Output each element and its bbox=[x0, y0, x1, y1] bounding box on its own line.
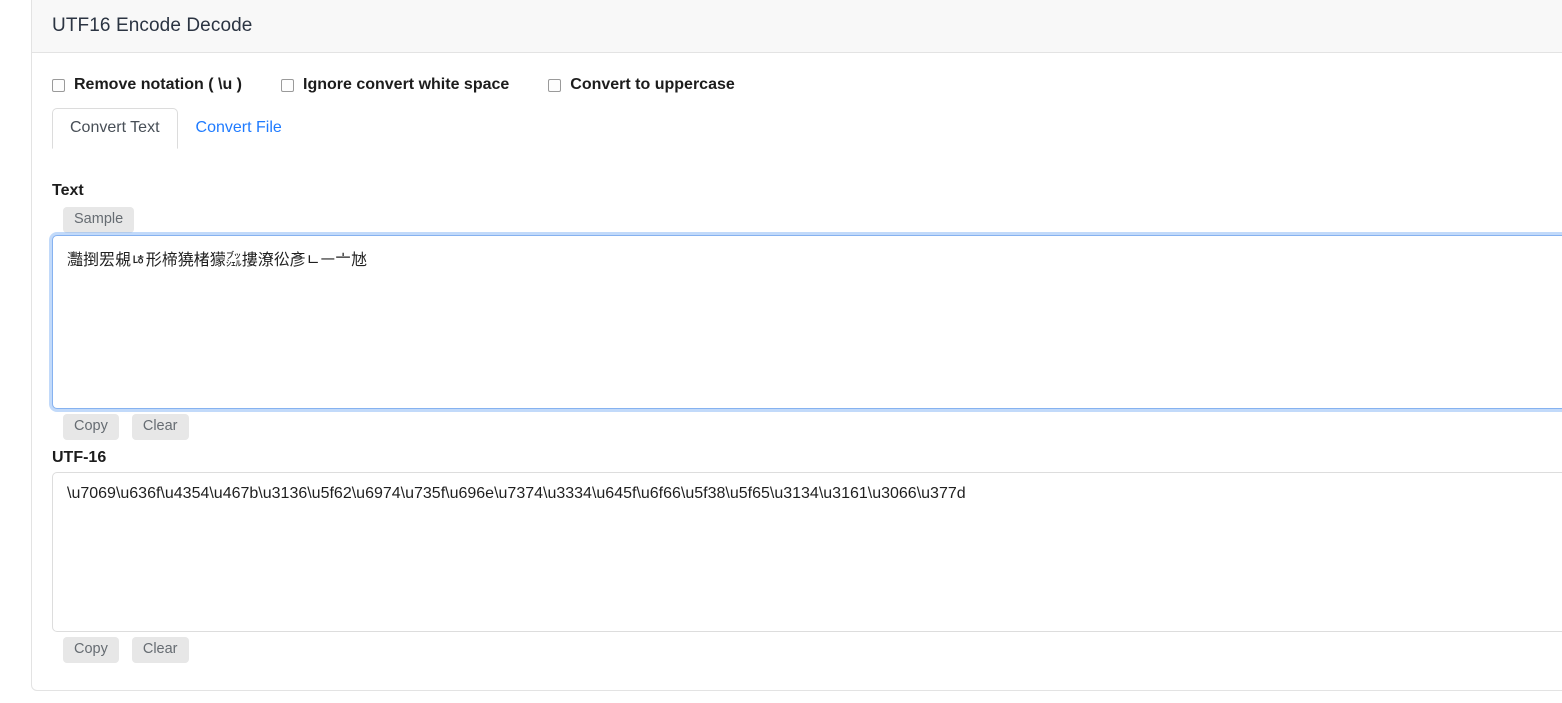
option-ignore-whitespace-label: Ignore convert white space bbox=[303, 76, 510, 93]
text-field-label: Text bbox=[52, 182, 84, 199]
text-clear-button[interactable]: Clear bbox=[131, 414, 189, 440]
tab-convert-text[interactable]: Convert Text bbox=[52, 108, 178, 149]
option-remove-notation[interactable]: Remove notation ( \u ) bbox=[52, 76, 242, 94]
utf16-clear-button[interactable]: Clear bbox=[131, 637, 189, 663]
card-body: Remove notation ( \u ) Ignore convert wh… bbox=[32, 53, 1562, 663]
tab-convert-file[interactable]: Convert File bbox=[178, 108, 300, 149]
checkbox-convert-uppercase[interactable] bbox=[548, 78, 562, 92]
utf16-field-label: UTF-16 bbox=[52, 449, 107, 466]
text-input-wrapper bbox=[52, 235, 1562, 409]
sample-row: Sample bbox=[52, 201, 1562, 233]
card-header: UTF16 Encode Decode bbox=[32, 0, 1562, 53]
text-copy-button[interactable]: Copy bbox=[63, 414, 119, 440]
checkbox-remove-notation[interactable] bbox=[52, 78, 65, 92]
page-root: UTF16 Encode Decode Remove notation ( \u… bbox=[0, 0, 1562, 703]
utf16-output-wrapper bbox=[52, 472, 1562, 632]
sample-button[interactable]: Sample bbox=[63, 207, 135, 233]
utf16-output[interactable] bbox=[52, 472, 1562, 632]
tab-bar: Convert Text Convert File bbox=[32, 108, 1562, 149]
options-row: Remove notation ( \u ) Ignore convert wh… bbox=[32, 53, 1562, 94]
utf16-tool-card: UTF16 Encode Decode Remove notation ( \u… bbox=[31, 0, 1562, 691]
convert-text-panel: Text Sample Copy Clear UTF-16 Copy bbox=[32, 149, 1562, 663]
text-input[interactable] bbox=[52, 235, 1562, 409]
text-actions: Copy Clear bbox=[52, 409, 1562, 440]
option-remove-notation-label: Remove notation ( \u ) bbox=[74, 76, 242, 93]
page-title: UTF16 Encode Decode bbox=[52, 15, 253, 36]
checkbox-ignore-whitespace[interactable] bbox=[281, 78, 294, 92]
utf16-copy-button[interactable]: Copy bbox=[63, 637, 119, 663]
option-convert-uppercase-label: Convert to uppercase bbox=[570, 76, 735, 93]
utf16-actions: Copy Clear bbox=[52, 632, 1562, 663]
option-ignore-whitespace[interactable]: Ignore convert white space bbox=[281, 76, 509, 94]
option-convert-uppercase[interactable]: Convert to uppercase bbox=[548, 76, 735, 94]
